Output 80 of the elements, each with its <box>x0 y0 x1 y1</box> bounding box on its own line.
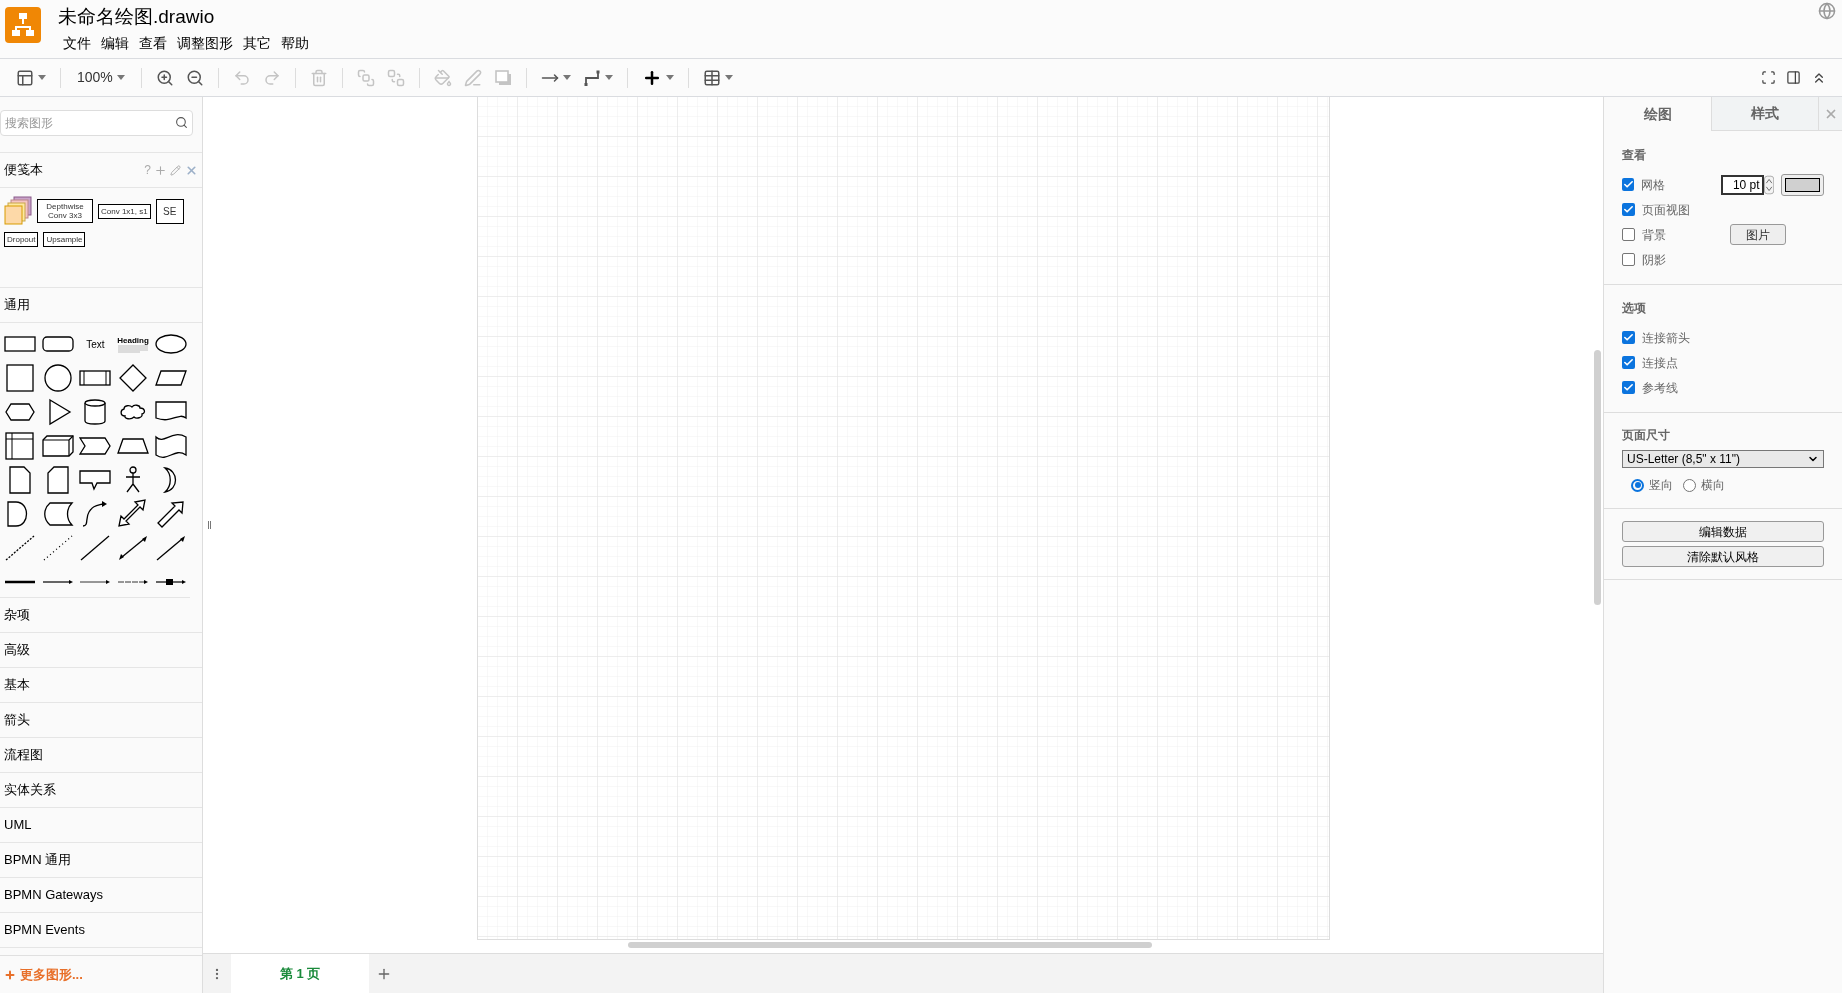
search-field[interactable]: 搜索图形 <box>0 110 193 136</box>
layout-icon[interactable] <box>16 68 34 87</box>
zoom-in-icon[interactable] <box>155 68 174 87</box>
waypoint-icon[interactable] <box>582 68 601 87</box>
checkbox[interactable] <box>1622 203 1635 216</box>
file-title[interactable]: 未命名绘图.drawio <box>58 5 215 29</box>
category-header[interactable]: BPMN Events <box>0 913 202 948</box>
option-label[interactable]: 网格 <box>1641 175 1721 194</box>
category-header[interactable]: BPMN Gateways <box>0 878 202 913</box>
shape-preview[interactable]: SE <box>155 198 184 224</box>
checkbox[interactable] <box>1622 228 1635 241</box>
category-header[interactable]: 实体关系 <box>0 773 202 808</box>
menu-item[interactable]: 调整图形 <box>172 32 238 54</box>
grid-color-button[interactable] <box>1780 173 1824 196</box>
category-header[interactable]: 基本 <box>0 668 202 703</box>
shape-preview[interactable]: Dropout <box>4 232 39 247</box>
option-label[interactable]: 页面视图 <box>1642 200 1728 219</box>
spinner-icon[interactable] <box>1763 174 1774 195</box>
action-button[interactable]: 清除默认风格 <box>1622 546 1824 567</box>
category-header[interactable]: 流程图 <box>0 738 202 773</box>
category-header[interactable]: 高级 <box>0 633 202 668</box>
section-title: 页面尺寸 <box>1622 427 1671 444</box>
menu-item[interactable]: 编辑 <box>96 32 134 54</box>
grid-size-field[interactable]: 10 pt <box>1720 174 1764 195</box>
checkbox[interactable] <box>1622 356 1635 369</box>
language-icon[interactable] <box>1818 2 1836 20</box>
section-title[interactable]: 通用 <box>4 295 30 315</box>
format-panel-icon[interactable] <box>1786 70 1801 85</box>
app-logo-icon <box>5 7 41 43</box>
menu-item[interactable]: 其它 <box>238 32 276 54</box>
search-icon[interactable] <box>175 116 188 129</box>
fullscreen-icon[interactable] <box>1761 70 1776 85</box>
checkbox[interactable] <box>1622 331 1635 344</box>
menu-item[interactable]: 帮助 <box>276 32 314 54</box>
checkbox[interactable] <box>1622 178 1635 191</box>
checkbox[interactable] <box>1622 381 1635 394</box>
vertical-scrollbar[interactable] <box>1594 350 1601 605</box>
panel-tab[interactable]: 样式 <box>1711 97 1818 131</box>
menu-item[interactable]: 文件 <box>58 32 96 54</box>
heading-shape[interactable]: Heading <box>117 335 150 345</box>
caret-icon <box>562 75 571 80</box>
plus-icon <box>4 968 16 981</box>
radio-button[interactable] <box>1683 478 1696 492</box>
option-label[interactable]: 连接箭头 <box>1642 328 1690 347</box>
caret-icon <box>604 75 613 80</box>
caret-icon <box>665 75 674 80</box>
category-header[interactable]: UML <box>0 808 202 843</box>
category-header[interactable]: 杂项 <box>0 598 202 633</box>
shape-preview[interactable]: Conv 1x1, s1 <box>98 203 151 219</box>
zoom-dropdown[interactable]: 100% <box>69 62 133 93</box>
text-shape[interactable]: Text <box>76 327 115 361</box>
horizontal-scrollbar[interactable] <box>628 942 1152 948</box>
category-header[interactable]: 箭头 <box>0 703 202 738</box>
image-button[interactable]: 图片 <box>1730 224 1786 245</box>
caret-icon <box>724 75 733 80</box>
tape-icon[interactable] <box>153 431 190 461</box>
shape-preview[interactable]: Depthwise Conv 3x3 <box>37 199 93 223</box>
option-label[interactable]: 参考线 <box>1642 378 1678 397</box>
splitter-handle-icon[interactable] <box>207 521 211 529</box>
caret-icon <box>38 75 46 80</box>
menu-item[interactable]: 查看 <box>134 32 172 54</box>
action-button[interactable]: 编辑数据 <box>1622 521 1824 542</box>
checkbox[interactable] <box>1622 253 1635 266</box>
option-label[interactable]: 横向 <box>1701 476 1725 494</box>
option-label[interactable]: 背景 <box>1642 225 1728 244</box>
shape-preview[interactable]: Upsample <box>43 232 86 247</box>
option-label[interactable]: 阴影 <box>1642 250 1728 269</box>
radio-button[interactable] <box>1631 478 1644 492</box>
section-title: 选项 <box>1622 300 1647 317</box>
page-size-select[interactable]: US-Letter (8,5" x 11") <box>1622 450 1824 468</box>
option-label[interactable]: 连接点 <box>1642 353 1678 372</box>
stacked-cards-icon[interactable] <box>4 196 32 226</box>
option-label[interactable]: 竖向 <box>1649 476 1673 494</box>
category-header[interactable]: BPMN 通用 <box>0 843 202 878</box>
zoom-out-icon[interactable] <box>185 68 204 87</box>
page-tab[interactable]: 第 1 页 <box>231 954 369 993</box>
section-title[interactable]: 便笺本 <box>4 160 145 180</box>
caret-icon <box>116 75 125 80</box>
table-icon[interactable] <box>702 68 721 87</box>
section-title: 查看 <box>1622 147 1647 164</box>
